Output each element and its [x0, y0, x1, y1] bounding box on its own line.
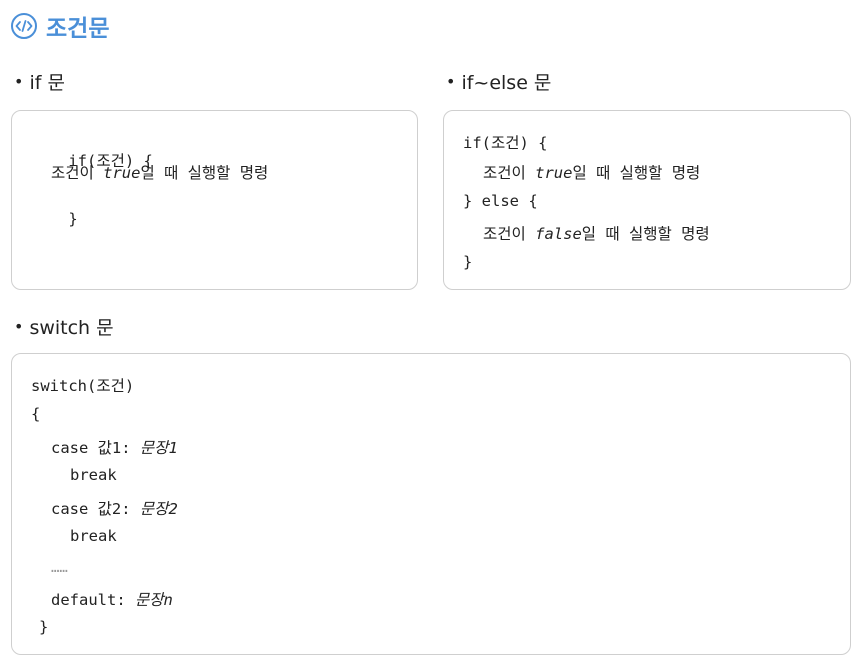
code-line: 조건이 true일 때 실행할 명령: [483, 164, 701, 182]
code-line: 조건이 true일 때 실행할 명령: [51, 164, 269, 182]
ifelse-code-box: if(조건) { 조건이 true일 때 실행할 명령 } else { 조건이…: [443, 110, 851, 290]
switch-code-box: switch(조건) { case 값1: 문장1 break case 값2:…: [11, 353, 851, 655]
if-code-box: if(조건) { 조건이 true일 때 실행할 명령 }: [11, 110, 418, 290]
section-label-if: • if 문: [14, 68, 65, 95]
code-line: break: [70, 466, 117, 484]
bullet: •: [446, 72, 456, 91]
code-line: case 값2: 문장2: [51, 500, 178, 518]
code-line: {: [31, 405, 41, 423]
section-label-text: if 문: [29, 72, 65, 94]
page-title: 조건문: [46, 16, 110, 42]
code-line: default: 문장n: [51, 591, 173, 609]
bullet: •: [14, 72, 24, 91]
code-line: if(조건) {: [463, 134, 548, 152]
code-line: switch(조건): [31, 377, 135, 395]
section-label-switch: • switch 문: [14, 313, 114, 340]
section-label-text: if~else 문: [461, 72, 552, 94]
code-line: }: [39, 618, 49, 636]
code-line: }: [463, 253, 473, 271]
section-label-text: switch 문: [29, 317, 114, 339]
code-line: break: [70, 527, 117, 545]
page-header: 조건문: [10, 10, 109, 42]
bullet: •: [14, 317, 24, 336]
code-line: } else {: [463, 192, 538, 210]
code-line: 조건이 false일 때 실행할 명령: [483, 225, 710, 243]
code-line: case 값1: 문장1: [51, 439, 178, 457]
code-line: }: [68, 210, 78, 228]
code-ellipsis: ……: [51, 560, 68, 576]
section-label-ifelse: • if~else 문: [446, 68, 551, 95]
code-circle-icon: [10, 12, 38, 40]
